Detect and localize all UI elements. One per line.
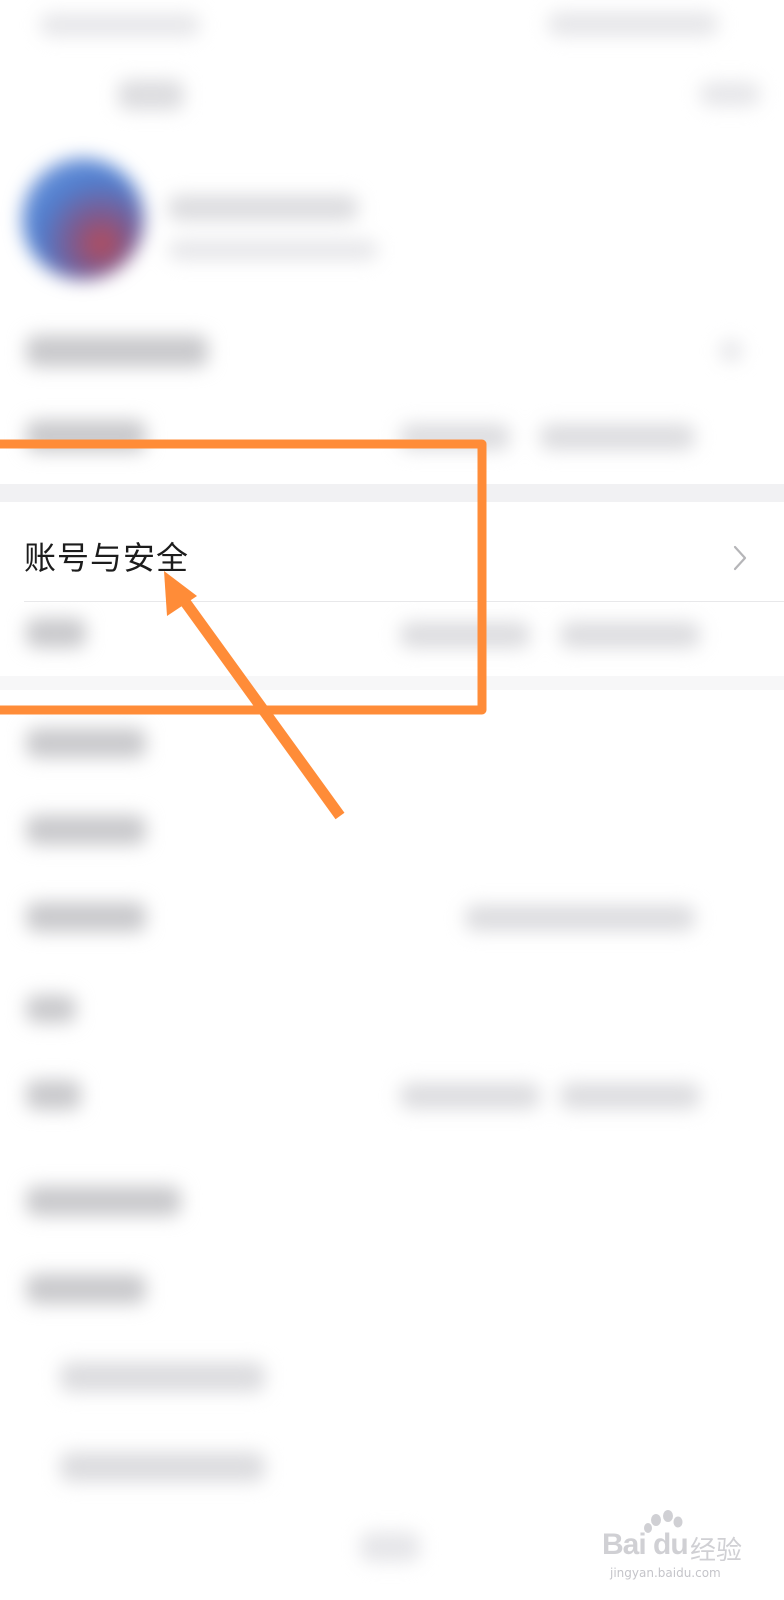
avatar — [22, 158, 144, 280]
row-value-2b — [540, 424, 695, 450]
row-value-3b — [560, 622, 700, 648]
settings-row-6 — [26, 902, 146, 932]
nav-action — [700, 82, 760, 106]
settings-row-1 — [26, 335, 208, 367]
row-value-8b — [560, 1083, 700, 1109]
settings-row-8 — [26, 1080, 81, 1110]
status-bar-right — [548, 12, 718, 36]
watermark-brand: Bai du — [602, 1528, 689, 1561]
blurred-settings-background — [0, 0, 784, 1600]
settings-row-2 — [26, 420, 146, 452]
row-value-8a — [400, 1083, 540, 1109]
settings-item-label: 账号与安全 — [24, 539, 190, 577]
row-value-3a — [400, 622, 530, 648]
profile-sub — [168, 240, 378, 260]
bottom-blob — [360, 1532, 420, 1562]
chevron-right-icon — [733, 545, 747, 571]
watermark-cn: 经验 — [690, 1536, 743, 1566]
settings-row-10 — [26, 1274, 146, 1304]
row-value-6 — [465, 905, 695, 931]
settings-row-5 — [26, 815, 146, 845]
settings-row-4 — [26, 728, 146, 758]
row-chevron-1 — [720, 340, 742, 362]
settings-row-7 — [26, 995, 76, 1023]
profile-name — [168, 195, 358, 221]
settings-row-9 — [26, 1186, 181, 1216]
section-separator — [0, 484, 784, 502]
section-separator — [0, 676, 784, 690]
row-value-2a — [400, 424, 510, 450]
settings-row-3 — [26, 618, 86, 648]
settings-row-12 — [60, 1452, 265, 1482]
status-bar-left — [40, 14, 200, 36]
nav-title — [118, 80, 184, 110]
row-divider — [24, 601, 784, 602]
watermark-url: jingyan.baidu.com — [610, 1566, 721, 1580]
settings-row-11 — [60, 1362, 265, 1392]
